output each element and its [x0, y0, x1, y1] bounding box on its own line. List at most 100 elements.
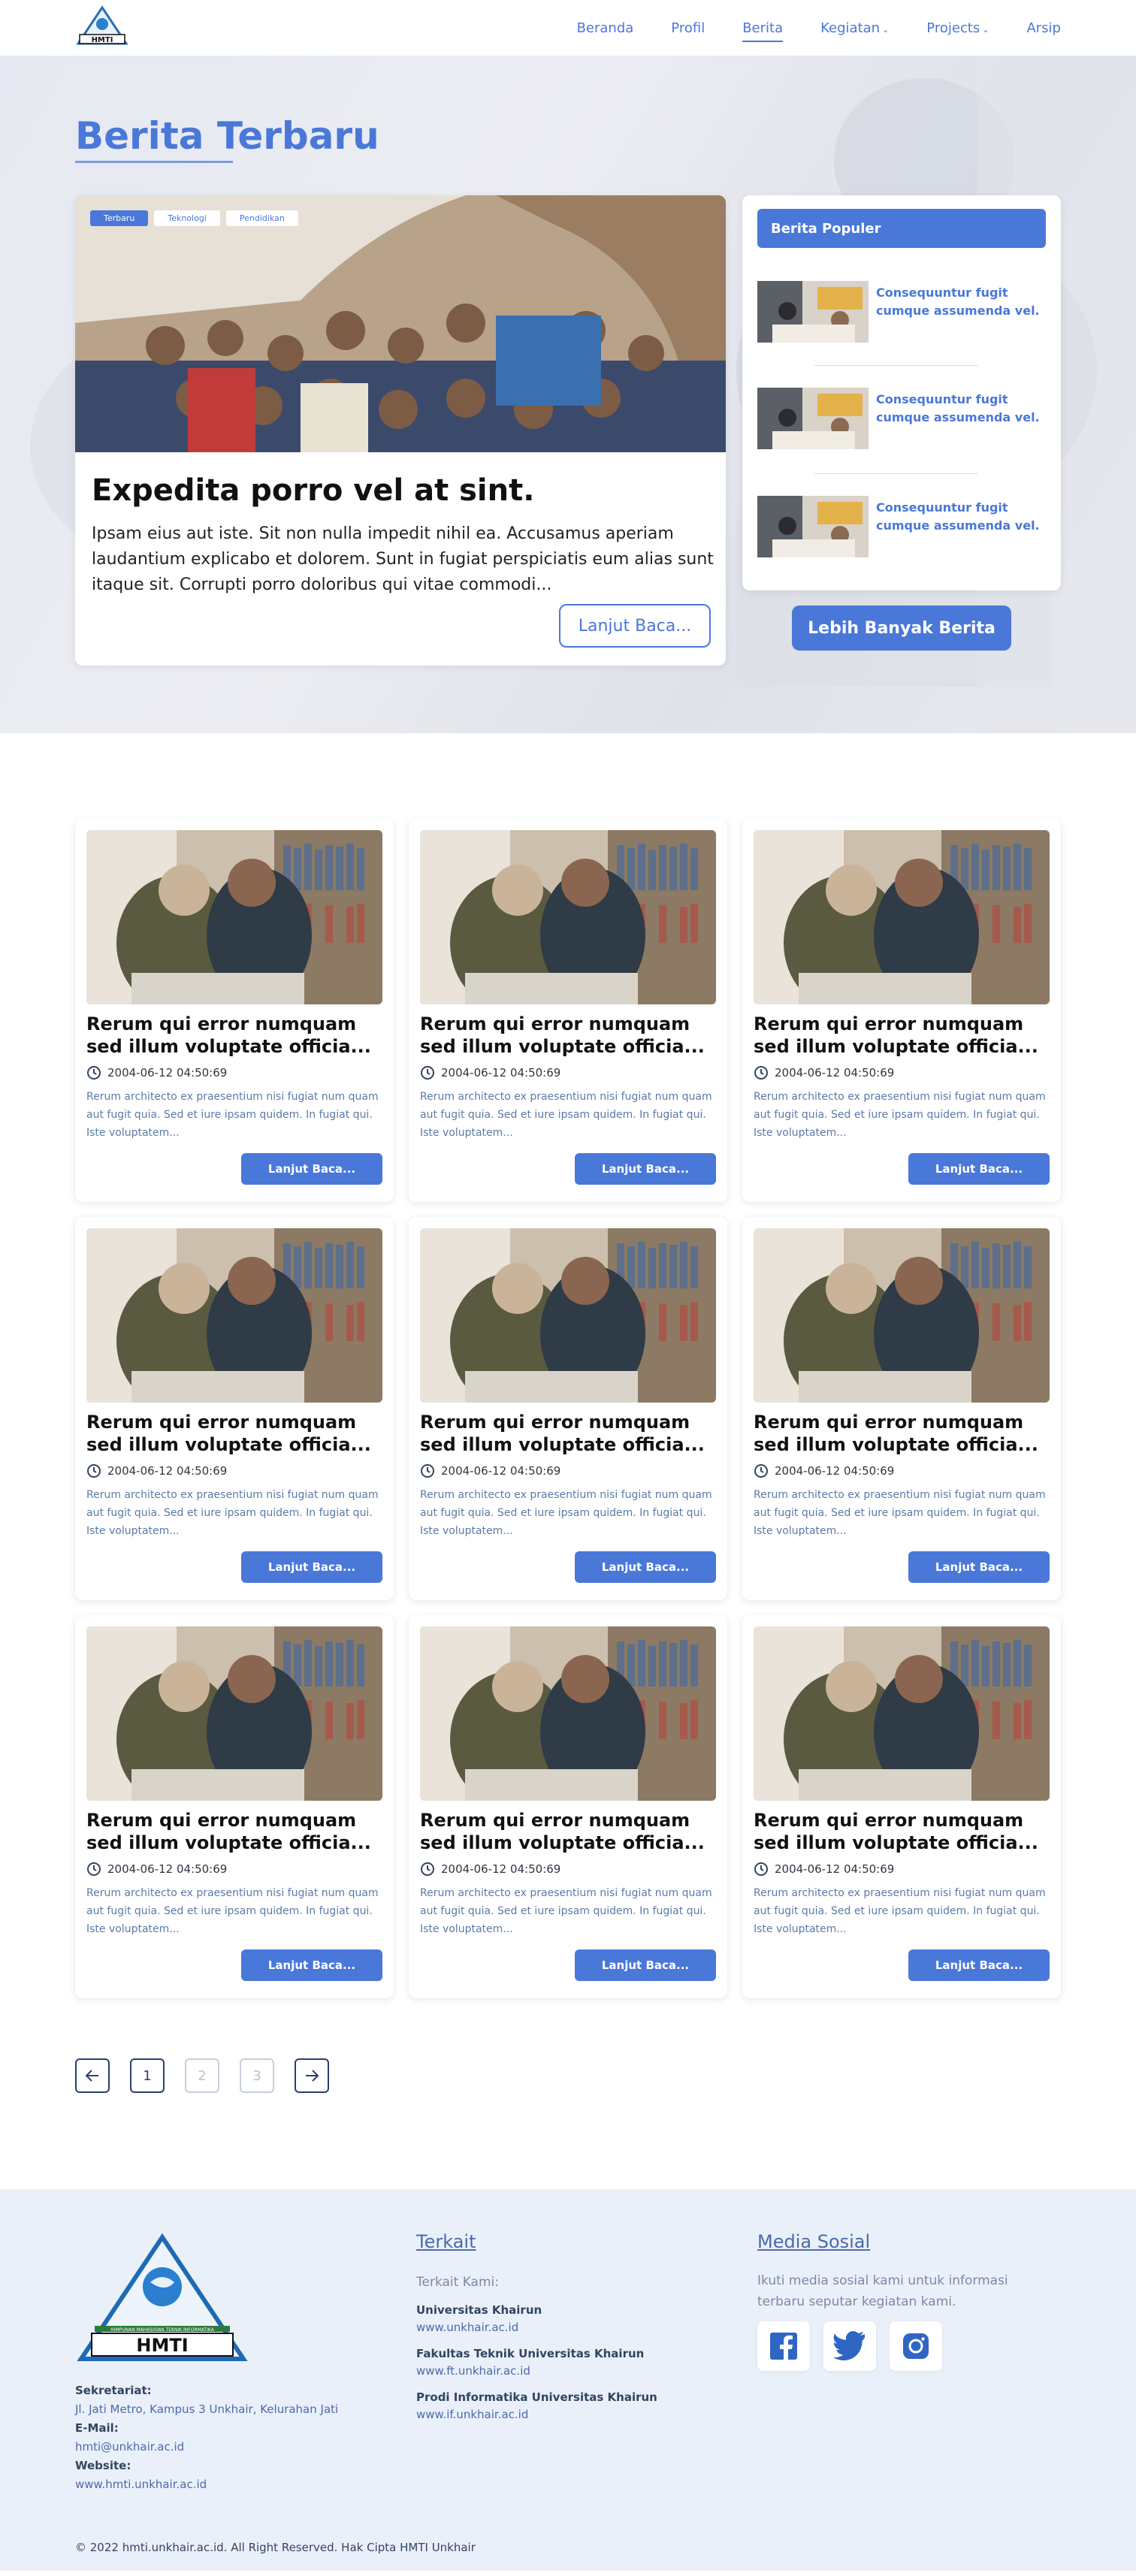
news-card-date: 2004-06-12 04:50:69 — [86, 1463, 227, 1478]
featured-article-card[interactable]: Terbaru Teknologi Pendidikan Expedita po… — [75, 195, 726, 666]
news-card-date: 2004-06-12 04:50:69 — [420, 1862, 560, 1877]
website-label: Website: — [75, 2459, 131, 2472]
svg-text:HIMPUNAN MAHASISWA TEKNIK INFO: HIMPUNAN MAHASISWA TEKNIK INFORMATIKA — [110, 2327, 215, 2333]
news-card-title[interactable]: Rerum qui error numquam sed illum volupt… — [86, 1809, 382, 1854]
read-more-button[interactable]: Lanjut Baca... — [575, 1949, 716, 1981]
page-1-button[interactable]: 1 — [130, 2058, 165, 2093]
tag-teknologi[interactable]: Teknologi — [154, 210, 220, 226]
featured-article-excerpt: Ipsam eius aut iste. Sit non nulla imped… — [92, 524, 714, 594]
news-card[interactable]: Rerum qui error numquam sed illum volupt… — [409, 1615, 727, 1998]
news-card[interactable]: Rerum qui error numquam sed illum volupt… — [75, 1615, 394, 1998]
clock-icon — [421, 1464, 434, 1478]
chevron-down-icon: ⌄ — [882, 24, 890, 35]
featured-read-more-button[interactable]: Lanjut Baca... — [559, 604, 711, 648]
news-card-title[interactable]: Rerum qui error numquam sed illum volupt… — [754, 1411, 1050, 1456]
popular-news-title[interactable]: Consequuntur fugit cumque assumenda vel. — [876, 284, 1041, 320]
news-card-title[interactable]: Rerum qui error numquam sed illum volupt… — [86, 1411, 382, 1456]
read-more-button[interactable]: Lanjut Baca... — [575, 1551, 716, 1583]
news-card[interactable]: Rerum qui error numquam sed illum volupt… — [742, 1615, 1061, 1998]
nav-link-projects[interactable]: Projects ⌄ — [926, 16, 989, 41]
read-more-button[interactable]: Lanjut Baca... — [241, 1949, 382, 1981]
news-card[interactable]: Rerum qui error numquam sed illum volupt… — [75, 819, 394, 1202]
prev-page-button[interactable] — [75, 2058, 110, 2093]
title-underline — [75, 161, 233, 163]
chevron-down-icon: ⌄ — [982, 24, 989, 35]
clock-icon — [754, 1066, 768, 1080]
news-card-excerpt: Rerum architecto ex praesentium nisi fug… — [86, 1489, 379, 1537]
svg-text:HMTI: HMTI — [136, 2335, 188, 2356]
next-page-button[interactable] — [295, 2058, 329, 2093]
popular-news-item[interactable]: Consequuntur fugit cumque assumenda vel. — [757, 281, 1046, 344]
email-label: E-Mail: — [75, 2421, 119, 2435]
news-card-date: 2004-06-12 04:50:69 — [420, 1463, 560, 1478]
popular-news-item[interactable]: Consequuntur fugit cumque assumenda vel. — [757, 496, 1046, 559]
news-card-excerpt: Rerum architecto ex praesentium nisi fug… — [420, 1489, 712, 1537]
news-card-date-text: 2004-06-12 04:50:69 — [441, 1066, 561, 1080]
news-card-excerpt: Rerum architecto ex praesentium nisi fug… — [754, 1489, 1046, 1537]
site-logo[interactable]: HMTI — [75, 5, 129, 51]
read-more-button[interactable]: Lanjut Baca... — [241, 1551, 382, 1583]
news-card-date: 2004-06-12 04:50:69 — [754, 1862, 894, 1877]
related-link[interactable]: Universitas Khairun www.unkhair.ac.id — [416, 2302, 542, 2336]
category-tags: Terbaru Teknologi Pendidikan — [90, 210, 298, 226]
nav-link-arsip[interactable]: Arsip — [1026, 16, 1061, 41]
news-card-image — [420, 830, 716, 1004]
news-card-title[interactable]: Rerum qui error numquam sed illum volupt… — [420, 1013, 716, 1058]
tag-pendidikan[interactable]: Pendidikan — [225, 210, 298, 226]
related-link[interactable]: Fakultas Teknik Universitas Khairun www.… — [416, 2345, 644, 2380]
news-card-image — [420, 1626, 716, 1801]
nav-link-kegiatan[interactable]: Kegiatan ⌄ — [820, 16, 889, 41]
news-card-image — [86, 1626, 382, 1801]
read-more-button[interactable]: Lanjut Baca... — [241, 1153, 382, 1185]
read-more-button[interactable]: Lanjut Baca... — [908, 1153, 1050, 1185]
twitter-icon — [833, 2331, 865, 2360]
related-link[interactable]: Prodi Informatika Universitas Khairun ww… — [416, 2389, 657, 2423]
news-card[interactable]: Rerum qui error numquam sed illum volupt… — [742, 819, 1061, 1202]
news-card-title[interactable]: Rerum qui error numquam sed illum volupt… — [86, 1013, 382, 1058]
divider — [814, 365, 978, 366]
instagram-button[interactable] — [890, 2321, 942, 2371]
news-card-date-text: 2004-06-12 04:50:69 — [775, 1066, 895, 1080]
nav-link-beranda[interactable]: Beranda — [577, 16, 634, 41]
news-card[interactable]: Rerum qui error numquam sed illum volupt… — [409, 1217, 727, 1600]
nav-link-berita[interactable]: Berita — [742, 16, 783, 42]
news-card-date-text: 2004-06-12 04:50:69 — [441, 1464, 561, 1478]
more-news-button[interactable]: Lebih Banyak Berita — [792, 605, 1011, 651]
twitter-button[interactable] — [823, 2321, 876, 2371]
featured-article-title[interactable]: Expedita porro vel at sint. — [92, 473, 534, 508]
top-navbar: HMTI Beranda Profil Berita Kegiatan ⌄ Pro… — [0, 0, 1136, 56]
website-link[interactable]: www.hmti.unkhair.ac.id — [75, 2475, 338, 2494]
news-card[interactable]: Rerum qui error numquam sed illum volupt… — [75, 1217, 394, 1600]
read-more-button[interactable]: Lanjut Baca... — [908, 1551, 1050, 1583]
news-card-image — [754, 830, 1050, 1004]
read-more-button[interactable]: Lanjut Baca... — [908, 1949, 1050, 1981]
clock-icon — [421, 1862, 434, 1876]
news-card-date: 2004-06-12 04:50:69 — [86, 1065, 227, 1080]
page-3-button[interactable]: 3 — [240, 2058, 274, 2093]
email-link[interactable]: hmti@unkhair.ac.id — [75, 2438, 338, 2457]
facebook-button[interactable] — [757, 2321, 810, 2371]
tag-terbaru[interactable]: Terbaru — [90, 210, 149, 226]
hmti-logo: HIMPUNAN MAHASISWA TEKNIK INFORMATIKA HM… — [77, 2233, 248, 2361]
nav-links: Beranda Profil Berita Kegiatan ⌄ Projects… — [577, 16, 1061, 42]
page-2-button[interactable]: 2 — [185, 2058, 219, 2093]
news-card-title[interactable]: Rerum qui error numquam sed illum volupt… — [420, 1411, 716, 1456]
svg-text:HMTI: HMTI — [92, 36, 113, 44]
news-card-image — [754, 1228, 1050, 1403]
news-card-date-text: 2004-06-12 04:50:69 — [775, 1464, 895, 1478]
news-card[interactable]: Rerum qui error numquam sed illum volupt… — [742, 1217, 1061, 1600]
popular-news-thumbnail — [757, 388, 869, 449]
news-card-title[interactable]: Rerum qui error numquam sed illum volupt… — [420, 1809, 716, 1854]
popular-news-item[interactable]: Consequuntur fugit cumque assumenda vel. — [757, 388, 1046, 451]
secretariat-address: Jl. Jati Metro, Kampus 3 Unkhair, Kelura… — [75, 2402, 339, 2416]
hero-section: Berita Terbaru Terbaru Teknologi Pendidi… — [0, 56, 1136, 733]
nav-link-profil[interactable]: Profil — [671, 16, 705, 41]
news-card[interactable]: Rerum qui error numquam sed illum volupt… — [409, 819, 727, 1202]
read-more-button[interactable]: Lanjut Baca... — [575, 1153, 716, 1185]
popular-news-title[interactable]: Consequuntur fugit cumque assumenda vel. — [876, 391, 1041, 427]
news-card-title[interactable]: Rerum qui error numquam sed illum volupt… — [754, 1013, 1050, 1058]
arrow-left-icon — [85, 2070, 98, 2082]
featured-article-image — [75, 195, 726, 452]
news-card-title[interactable]: Rerum qui error numquam sed illum volupt… — [754, 1809, 1050, 1854]
popular-news-title[interactable]: Consequuntur fugit cumque assumenda vel. — [876, 499, 1041, 535]
